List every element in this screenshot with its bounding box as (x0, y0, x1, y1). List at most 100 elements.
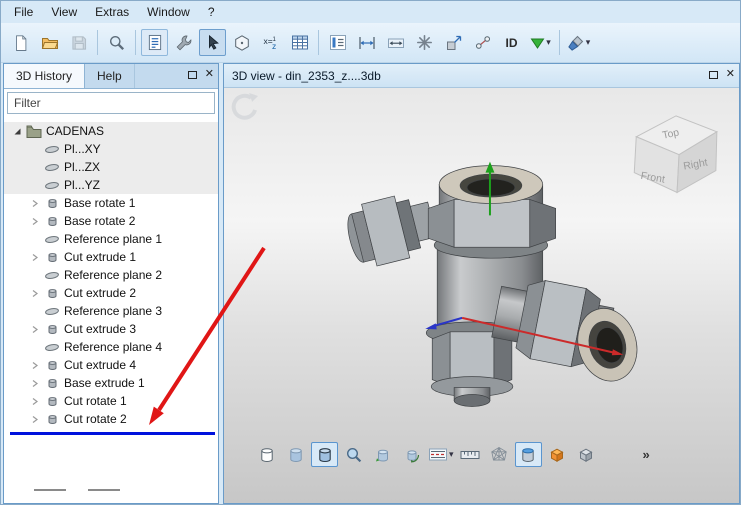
resize-grip[interactable] (88, 489, 120, 491)
tree-item-pl-yz[interactable]: Pl...YZ (4, 176, 218, 194)
close-panel-icon[interactable]: ✕ (205, 69, 214, 80)
green-triangle-icon (530, 36, 545, 50)
zoom-button[interactable] (103, 29, 130, 56)
tree-label: Pl...YZ (62, 178, 100, 192)
plane-icon (42, 162, 62, 173)
feature-icon (42, 413, 62, 426)
snap-points-button[interactable] (411, 29, 438, 56)
filter-input[interactable] (7, 92, 215, 114)
clean-brush-icon (567, 34, 585, 52)
tree-label: Cut rotate 1 (62, 394, 127, 408)
3d-scene[interactable]: Top Front Right (224, 88, 739, 503)
tessellation-button[interactable] (486, 442, 513, 467)
3d-model[interactable] (342, 166, 645, 407)
tree-item-reference-plane-4[interactable]: Reference plane 4 (4, 338, 218, 356)
nav-cube[interactable]: Top Front Right (634, 116, 717, 193)
view-iso-button[interactable] (369, 442, 396, 467)
history-panel-button[interactable] (141, 29, 168, 56)
id-mode-label: ID (506, 36, 518, 50)
chevron-right-icon[interactable] (28, 361, 42, 370)
ruler-icon (460, 448, 480, 462)
transform-button[interactable] (440, 29, 467, 56)
connection-points-button[interactable] (469, 29, 496, 56)
maximize-view-icon[interactable] (709, 71, 718, 79)
menu-item-extras[interactable]: Extras (86, 2, 138, 22)
tree-item-reference-plane-2[interactable]: Reference plane 2 (4, 266, 218, 284)
tree-label: Cut rotate 2 (62, 412, 127, 426)
new-document-button[interactable] (7, 29, 34, 56)
select-tool-button[interactable] (199, 29, 226, 56)
expander-down-icon[interactable] (10, 127, 24, 136)
connection-points-icon (474, 34, 492, 51)
formula-editor-button[interactable]: x=z1 (257, 29, 284, 56)
main-toolbar: x=z1 ID ▾ ▾ (1, 23, 740, 63)
menu-item-file[interactable]: File (5, 2, 42, 22)
value-table-button[interactable] (286, 29, 313, 56)
id-mode-button[interactable]: ID (498, 29, 525, 56)
tree-item-cut-extrude-3[interactable]: Cut extrude 3 (4, 320, 218, 338)
chevron-right-icon[interactable] (28, 253, 42, 262)
solid-view-button[interactable] (573, 442, 600, 467)
tree-item-pl-zx[interactable]: Pl...ZX (4, 158, 218, 176)
highlight-faces-button[interactable] (515, 442, 542, 467)
tree-item-base-rotate-1[interactable]: Base rotate 1 (4, 194, 218, 212)
chevron-right-icon[interactable] (28, 199, 42, 208)
tree-item-reference-plane-1[interactable]: Reference plane 1 (4, 230, 218, 248)
chevron-right-icon[interactable] (28, 325, 42, 334)
close-view-icon[interactable]: ✕ (726, 69, 735, 80)
dropdown-caret-icon[interactable]: ▾ (449, 449, 454, 460)
display-wireframe-button[interactable] (253, 442, 280, 467)
menu-item-window[interactable]: Window (138, 2, 199, 22)
release-check-button[interactable]: ▾ (527, 29, 554, 56)
cleanup-button[interactable]: ▾ (565, 29, 592, 56)
chevron-right-icon[interactable] (28, 289, 42, 298)
tab-help[interactable]: Help (85, 64, 135, 88)
zoom-fit-button[interactable] (340, 442, 367, 467)
tree-item-base-rotate-2[interactable]: Base rotate 2 (4, 212, 218, 230)
variable-manager-button[interactable] (170, 29, 197, 56)
display-shaded-button[interactable] (282, 442, 309, 467)
tree-item-cut-extrude-2[interactable]: Cut extrude 2 (4, 284, 218, 302)
tree-item-cut-rotate-1[interactable]: Cut rotate 1 (4, 392, 218, 410)
tree-item-cadenas[interactable]: CADENAS (4, 122, 218, 140)
tree-item-cut-extrude-4[interactable]: Cut extrude 4 (4, 356, 218, 374)
sketch-button[interactable] (228, 29, 255, 56)
value-range-button[interactable] (324, 29, 351, 56)
feature-icon (42, 395, 62, 408)
dimension-button[interactable] (353, 29, 380, 56)
open-file-button[interactable] (36, 29, 63, 56)
tree-item-pl-xy[interactable]: Pl...XY (4, 140, 218, 158)
chevron-right-icon[interactable] (28, 217, 42, 226)
zoom-fit-icon (345, 446, 363, 464)
viewport-3d[interactable]: Top Front Right (224, 88, 739, 503)
tree-label: Cut extrude 4 (62, 358, 136, 372)
menu-item-help[interactable]: ? (199, 2, 224, 22)
viewport-titlebar: 3D view - din_2353_z....3db ✕ (224, 64, 739, 88)
view-rotate-button[interactable] (398, 442, 425, 467)
chevron-right-icon[interactable] (28, 397, 42, 406)
bounding-box-button[interactable] (544, 442, 571, 467)
display-shaded-edges-button[interactable] (311, 442, 338, 467)
dropdown-caret-icon[interactable]: ▾ (546, 37, 551, 48)
tree-item-reference-plane-3[interactable]: Reference plane 3 (4, 302, 218, 320)
toolbar-overflow-button[interactable]: » (643, 447, 650, 462)
chevron-right-icon[interactable] (28, 379, 42, 388)
chevron-right-icon[interactable] (28, 415, 42, 424)
menu-item-view[interactable]: View (42, 2, 86, 22)
resize-grip[interactable] (34, 489, 66, 491)
tree-item-cut-rotate-2[interactable]: Cut rotate 2 (4, 410, 218, 428)
float-panel-icon[interactable] (188, 71, 197, 79)
panel-resize-grips[interactable] (34, 489, 120, 491)
measure-button[interactable] (457, 442, 484, 467)
feature-icon (42, 215, 62, 228)
dimension-2-button[interactable] (382, 29, 409, 56)
cube-orange-icon (548, 446, 566, 464)
tree-label: Base extrude 1 (62, 376, 145, 390)
dropdown-caret-icon[interactable]: ▾ (586, 37, 591, 48)
view-toolbar-buttons: ▾ (252, 442, 601, 467)
tab-3d-history[interactable]: 3D History (4, 64, 85, 88)
tree-item-base-extrude-1[interactable]: Base extrude 1 (4, 374, 218, 392)
save-button[interactable] (65, 29, 92, 56)
tree-item-cut-extrude-1[interactable]: Cut extrude 1 (4, 248, 218, 266)
section-view-button[interactable]: ▾ (427, 442, 455, 467)
